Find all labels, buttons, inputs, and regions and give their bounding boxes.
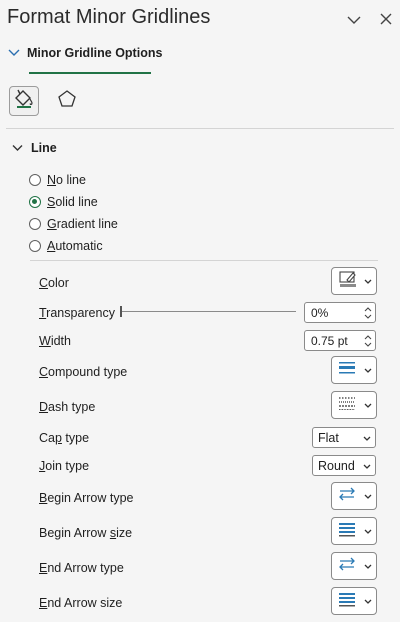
radio-label: Gradient line — [47, 217, 118, 231]
chevron-down-icon — [364, 592, 372, 610]
fill-line-category-button[interactable] — [9, 86, 39, 116]
end-arrow-type-label: End Arrow type — [39, 561, 124, 575]
spin-arrows[interactable] — [364, 334, 372, 347]
divider — [30, 260, 378, 261]
dash-type-button[interactable] — [331, 391, 377, 419]
width-label: Width — [39, 334, 71, 348]
dash-type-label: Dash type — [39, 400, 96, 414]
chevron-down-icon — [364, 272, 372, 290]
compound-lines-icon — [338, 360, 356, 381]
join-type-label: Join type — [39, 459, 90, 473]
radio-no-line[interactable]: No line — [29, 171, 86, 189]
arrow-type-icon — [338, 486, 356, 507]
pen-color-icon — [338, 270, 358, 293]
divider — [6, 128, 394, 129]
transparency-label: Transparency — [39, 306, 115, 320]
transparency-input[interactable]: 0% — [304, 302, 376, 323]
chevron-down-icon — [364, 396, 372, 414]
chevron-down-icon — [363, 459, 371, 473]
radio-button[interactable] — [29, 240, 41, 252]
radio-button[interactable] — [29, 196, 41, 208]
transparency-value: 0% — [311, 305, 329, 320]
width-input[interactable]: 0.75 pt — [304, 330, 376, 351]
radio-button[interactable] — [29, 174, 41, 186]
compound-type-button[interactable] — [331, 356, 377, 384]
color-label: Color — [39, 276, 69, 290]
pentagon-icon — [57, 89, 77, 114]
cap-type-value: Flat — [318, 430, 339, 445]
radio-label: No line — [47, 173, 86, 187]
radio-button[interactable] — [29, 218, 41, 230]
paint-bucket-icon — [13, 88, 35, 115]
join-type-select[interactable]: Round — [312, 455, 376, 476]
dash-lines-icon — [338, 395, 356, 416]
arrow-type-icon — [338, 556, 356, 577]
transparency-slider[interactable] — [120, 311, 296, 312]
radio-gradient-line[interactable]: Gradient line — [29, 215, 118, 233]
radio-solid-line[interactable]: Solid line — [29, 193, 98, 211]
end-arrow-size-button[interactable] — [331, 587, 377, 615]
end-arrow-type-button[interactable] — [331, 552, 377, 580]
tab-label: Minor Gridline Options — [27, 46, 163, 60]
radio-automatic[interactable]: Automatic — [29, 237, 103, 255]
line-section-header[interactable]: Line — [12, 141, 57, 155]
chevron-down-icon — [8, 46, 20, 60]
chevron-down-icon — [364, 522, 372, 540]
begin-arrow-size-button[interactable] — [331, 517, 377, 545]
chevron-down-icon — [364, 361, 372, 379]
chevron-down-icon[interactable] — [345, 11, 363, 29]
radio-label: Solid line — [47, 195, 98, 209]
begin-arrow-type-label: Begin Arrow type — [39, 491, 134, 505]
arrow-size-icon — [338, 591, 356, 612]
tab-minor-gridline-options[interactable]: Minor Gridline Options — [8, 46, 162, 60]
section-title: Line — [31, 141, 57, 155]
radio-label: Automatic — [47, 239, 103, 253]
spin-arrows[interactable] — [364, 306, 372, 319]
tab-underline — [29, 72, 151, 74]
chevron-down-icon — [363, 431, 371, 445]
pane-title: Format Minor Gridlines — [7, 6, 211, 28]
close-icon[interactable] — [377, 10, 395, 28]
arrow-size-icon — [338, 521, 356, 542]
end-arrow-size-label: End Arrow size — [39, 596, 123, 610]
color-picker-button[interactable] — [331, 267, 377, 295]
begin-arrow-size-label: Begin Arrow size — [39, 526, 133, 540]
effects-category-button[interactable] — [52, 86, 82, 116]
cap-type-label: Cap type — [39, 431, 90, 445]
chevron-down-icon — [364, 557, 372, 575]
slider-thumb[interactable] — [120, 306, 122, 317]
begin-arrow-type-button[interactable] — [331, 482, 377, 510]
join-type-value: Round — [318, 458, 355, 473]
width-value: 0.75 pt — [311, 333, 348, 348]
compound-type-label: Compound type — [39, 365, 128, 379]
cap-type-select[interactable]: Flat — [312, 427, 376, 448]
chevron-down-icon — [12, 141, 23, 155]
chevron-down-icon — [364, 487, 372, 505]
